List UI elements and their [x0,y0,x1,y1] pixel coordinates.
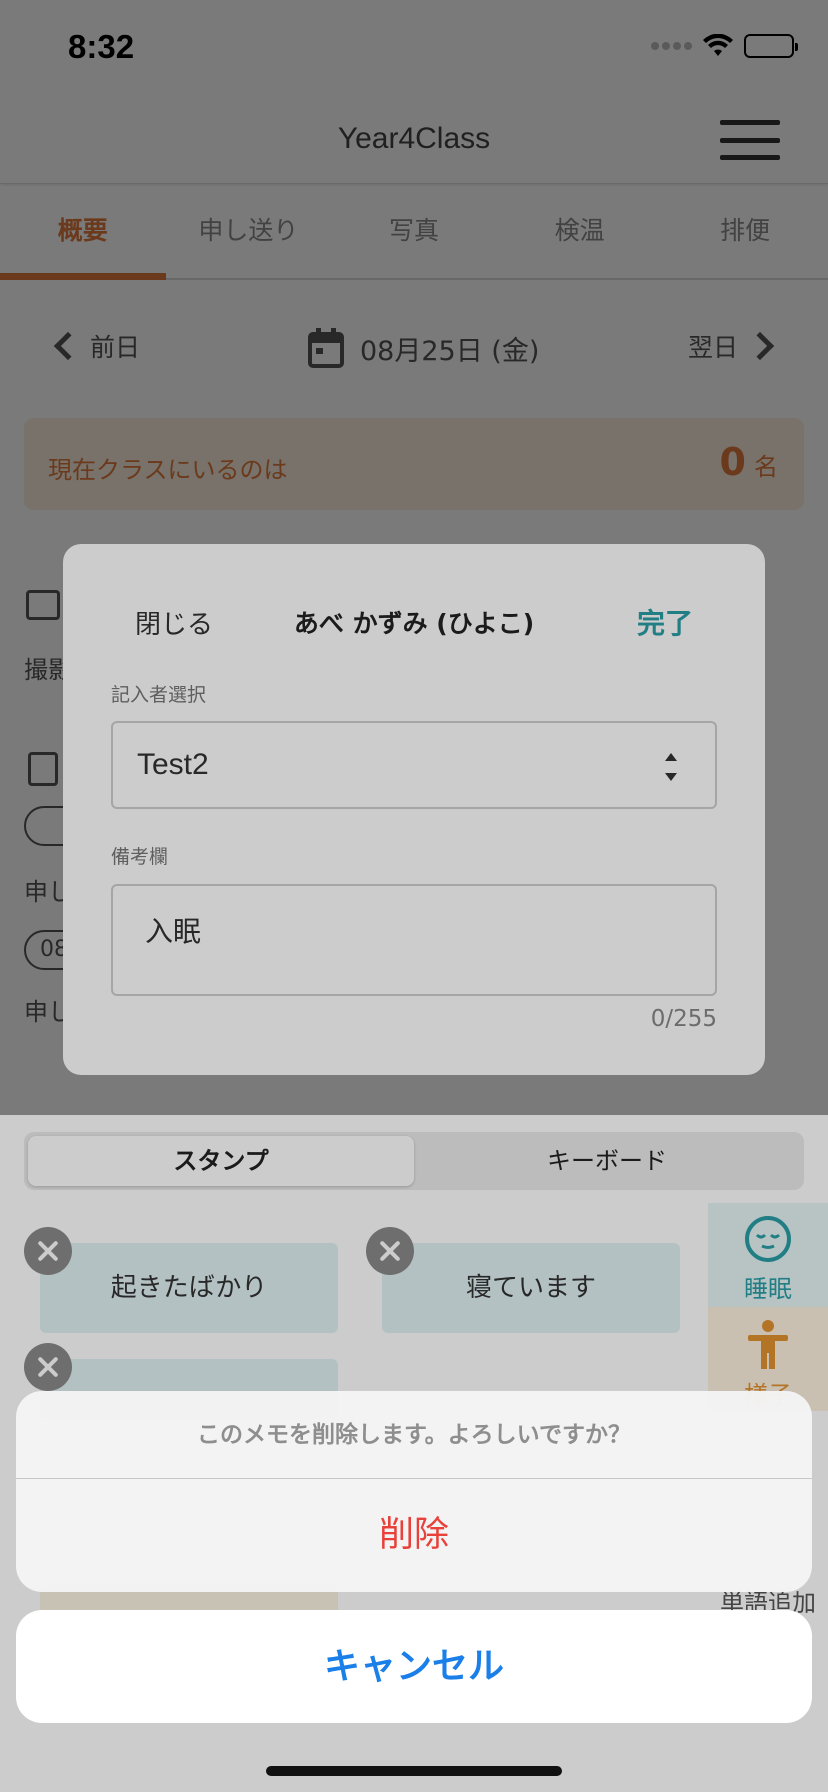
home-indicator [266,1766,562,1776]
delete-button[interactable]: 削除 [16,1479,812,1592]
action-sheet-message: このメモを削除します。よろしいですか？ [16,1391,812,1479]
action-sheet: このメモを削除します。よろしいですか？ 削除 [16,1391,812,1592]
cancel-button[interactable]: キャンセル [16,1610,812,1723]
